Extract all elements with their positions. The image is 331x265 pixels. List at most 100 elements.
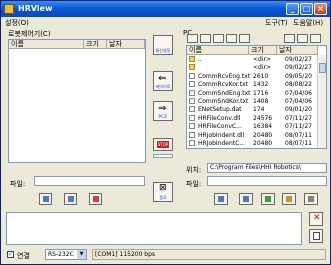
comm-settings-button[interactable]: 통신설정 bbox=[153, 35, 173, 55]
pc-open-button[interactable] bbox=[310, 34, 321, 43]
pc-list-header: 이름 크기 날자 bbox=[187, 46, 318, 55]
list-item[interactable]: HRFileConv.dll 24576 07/11/27 bbox=[187, 114, 320, 123]
pc-paste-button[interactable] bbox=[282, 193, 296, 205]
list-item[interactable]: HRJobIndentC... 20480 08/07/11 bbox=[187, 140, 320, 148]
window-title: HRView bbox=[18, 4, 53, 13]
menu-bar: 설정(O) 도구(T) 도움말(H) bbox=[1, 17, 330, 28]
robot-edit-button[interactable] bbox=[89, 193, 102, 205]
clear-log-button[interactable]: ✕ bbox=[309, 212, 323, 226]
file-name: HRJobIndent.dll bbox=[198, 131, 245, 139]
file-size: 20480 bbox=[253, 131, 273, 139]
file-icon bbox=[189, 106, 195, 113]
location-input[interactable]: C:\Program Files\HHI Robotics\ bbox=[207, 163, 327, 173]
list-item[interactable]: ENetSetup.dat 174 09/01/20 bbox=[187, 106, 320, 114]
file-icon bbox=[189, 89, 195, 96]
to-controller-button[interactable]: ⇐ 제어기로 bbox=[153, 71, 173, 91]
location-label: 위치: bbox=[186, 166, 202, 174]
left-file-label: 파일: bbox=[10, 180, 26, 188]
file-size: 24576 bbox=[253, 114, 273, 122]
connect-checkbox[interactable]: ✓ bbox=[7, 251, 14, 258]
menu-help[interactable]: 도움말(H) bbox=[293, 18, 323, 28]
stop-icon: STOP bbox=[157, 141, 169, 148]
col-name[interactable]: 이름 bbox=[187, 46, 249, 55]
file-date: 07/04/06 bbox=[285, 89, 312, 97]
save-log-button[interactable] bbox=[309, 229, 323, 243]
pc-up-button[interactable] bbox=[239, 34, 250, 43]
menu-tools[interactable]: 도구(T) bbox=[265, 18, 288, 28]
col-date[interactable]: 날자 bbox=[107, 40, 145, 49]
log-area[interactable] bbox=[6, 212, 302, 245]
list-item[interactable]: CommRcvKor.txt 1432 08/08/22 bbox=[187, 81, 320, 89]
list-item[interactable]: HRJobIndent.dll 20480 08/07/11 bbox=[187, 131, 320, 140]
list-item[interactable]: CommSndEng.txt 1716 07/04/06 bbox=[187, 89, 320, 98]
robot-list-header: 이름 크기 날자 bbox=[9, 40, 145, 49]
file-date: 08/08/22 bbox=[285, 81, 312, 89]
left-file-input[interactable] bbox=[34, 176, 145, 186]
right-file-label: 파일: bbox=[186, 180, 202, 188]
col-name[interactable]: 이름 bbox=[9, 40, 84, 49]
robot-info-button[interactable] bbox=[64, 193, 77, 205]
pc-back-button[interactable] bbox=[200, 34, 211, 43]
pc-newfolder-button[interactable] bbox=[284, 34, 295, 43]
file-date: 07/11/27 bbox=[285, 123, 312, 131]
minimize-icon[interactable]: _ bbox=[286, 3, 299, 15]
app-icon bbox=[4, 4, 14, 14]
pc-info-button[interactable] bbox=[239, 193, 253, 205]
arrow-right-icon: ⇒ bbox=[158, 103, 167, 114]
robot-view-button[interactable] bbox=[39, 193, 52, 205]
file-name: CommRcvKor.txt bbox=[198, 81, 248, 89]
right-file-input[interactable] bbox=[207, 176, 327, 186]
file-icon bbox=[189, 72, 195, 79]
pc-file-list[interactable]: 이름 크기 날자 .. <dir> 09/02/27 <dir> 09/02/27 Com… bbox=[186, 45, 327, 149]
file-name: CommRcvEng.txt bbox=[198, 72, 251, 80]
pc-refresh-button[interactable] bbox=[187, 34, 198, 43]
pc-forward-button[interactable] bbox=[213, 34, 224, 43]
list-item[interactable]: CommSndKor.txt 1408 07/04/06 bbox=[187, 98, 320, 106]
file-date: 09/02/27 bbox=[285, 64, 312, 72]
folder-icon bbox=[189, 56, 195, 62]
file-name: CommSndKor.txt bbox=[198, 98, 249, 105]
pc-view-button[interactable] bbox=[214, 193, 228, 205]
maximize-icon[interactable]: □ bbox=[300, 3, 313, 15]
file-icon bbox=[189, 81, 195, 88]
menu-settings[interactable]: 설정(O) bbox=[5, 18, 29, 28]
file-name: CommSndEng.txt bbox=[198, 89, 251, 97]
arrow-left-icon: ⇐ bbox=[158, 73, 167, 84]
file-name: HRJobIndentC... bbox=[198, 140, 246, 147]
close-icon[interactable]: × bbox=[314, 3, 327, 15]
pc-list-scrollbar[interactable] bbox=[317, 55, 326, 148]
file-date: 08/07/11 bbox=[285, 140, 312, 147]
file-size: 174 bbox=[253, 106, 265, 114]
pc-delete-button[interactable] bbox=[226, 34, 237, 43]
pc-copy-button[interactable] bbox=[261, 193, 275, 205]
stop-button[interactable]: STOP bbox=[153, 138, 173, 151]
col-date[interactable]: 날자 bbox=[277, 46, 318, 55]
file-size: 1408 bbox=[253, 98, 269, 105]
list-item[interactable]: <dir> 09/02/27 bbox=[187, 64, 320, 72]
file-date: 09/01/20 bbox=[285, 106, 312, 114]
file-name: HRFileConvC... bbox=[198, 123, 242, 131]
chevron-down-icon[interactable]: ▼ bbox=[77, 250, 86, 259]
port-select[interactable]: RS-232C ▼ bbox=[45, 249, 87, 260]
exit-button[interactable]: ⊠ 종료 bbox=[153, 182, 173, 202]
pc-remove-button[interactable] bbox=[304, 193, 318, 205]
scroll-thumb[interactable] bbox=[319, 63, 326, 73]
title-bar: HRView _ □ × bbox=[1, 1, 330, 17]
list-item[interactable]: .. <dir> 09/02/27 bbox=[187, 56, 320, 64]
file-icon bbox=[189, 123, 195, 130]
col-size[interactable]: 크기 bbox=[84, 40, 107, 49]
file-size: 1432 bbox=[253, 81, 269, 89]
file-size: 1716 bbox=[253, 89, 269, 97]
list-item[interactable]: CommRcvEng.txt 2610 09/05/20 bbox=[187, 72, 320, 81]
robot-file-list[interactable]: 이름 크기 날자 bbox=[8, 39, 146, 163]
file-date: 07/04/06 bbox=[285, 98, 312, 105]
col-size[interactable]: 크기 bbox=[249, 46, 277, 55]
file-date: 09/05/20 bbox=[285, 72, 312, 80]
file-name: ENetSetup.dat bbox=[198, 106, 242, 114]
pc-folder-button[interactable] bbox=[297, 34, 308, 43]
file-icon bbox=[189, 98, 195, 104]
file-icon bbox=[189, 131, 195, 138]
file-name: .. bbox=[198, 56, 202, 63]
to-pc-button[interactable]: ⇒ PC로 bbox=[153, 101, 173, 121]
list-item[interactable]: HRFileConvC... 16384 07/11/27 bbox=[187, 123, 320, 131]
